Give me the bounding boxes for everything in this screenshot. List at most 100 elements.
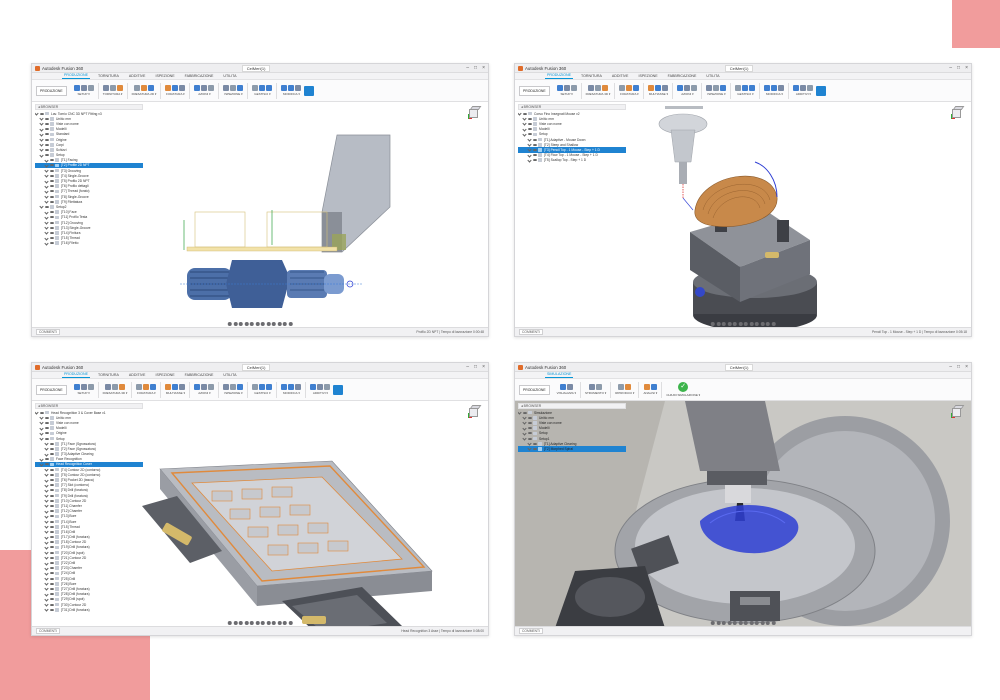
- expand-chevron-icon[interactable]: [44, 560, 49, 566]
- expand-chevron-icon[interactable]: [522, 420, 527, 426]
- visibility-eye-icon[interactable]: [50, 442, 54, 445]
- expand-chevron-icon[interactable]: [44, 529, 49, 535]
- expand-chevron-icon[interactable]: [522, 431, 527, 436]
- browser-item[interactable]: [T5] Scallop Top - Step + 1 D: [518, 158, 626, 163]
- visibility-eye-icon[interactable]: [528, 416, 532, 419]
- tool-icon[interactable]: [252, 384, 259, 390]
- expand-chevron-icon[interactable]: [44, 441, 49, 446]
- visibility-eye-icon[interactable]: [50, 484, 54, 487]
- expand-chevron-icon[interactable]: [39, 457, 44, 462]
- visibility-eye-icon[interactable]: [50, 169, 54, 172]
- expand-chevron-icon[interactable]: [39, 121, 44, 127]
- expand-chevron-icon[interactable]: [44, 472, 49, 477]
- browser-header[interactable]: ◂ BROWSER: [518, 104, 626, 110]
- visibility-eye-icon[interactable]: [45, 128, 49, 131]
- nav-tool-icon[interactable]: [732, 322, 737, 326]
- tab-utilita[interactable]: UTILITA: [704, 74, 721, 79]
- tool-icon[interactable]: [650, 384, 657, 390]
- ribbon-group-visualizza[interactable]: VISUALIZZA ▾: [557, 384, 576, 395]
- visibility-eye-icon[interactable]: [528, 427, 532, 430]
- tool-icon[interactable]: [141, 85, 147, 91]
- expand-chevron-icon[interactable]: [44, 592, 49, 597]
- expand-chevron-icon[interactable]: [527, 147, 532, 153]
- tab-tornitura[interactable]: TORNITURA: [96, 373, 121, 378]
- tool-icon[interactable]: [281, 384, 288, 390]
- tool-icon[interactable]: [252, 85, 259, 91]
- tool-icon[interactable]: [116, 85, 123, 91]
- nav-tool-icon[interactable]: [266, 322, 271, 326]
- visibility-eye-icon[interactable]: [533, 154, 537, 157]
- tool-icon[interactable]: [793, 85, 800, 91]
- tab-fabbricazione[interactable]: FABBRICAZIONE: [183, 373, 216, 378]
- select-tool-icon[interactable]: [816, 85, 827, 96]
- ribbon-group-strumento[interactable]: STRUMENTO ▾: [585, 384, 606, 395]
- close-icon[interactable]: ×: [965, 65, 968, 71]
- nav-tool-icon[interactable]: [249, 621, 254, 625]
- maximize-icon[interactable]: □: [474, 364, 477, 370]
- tool-icon[interactable]: [602, 85, 608, 91]
- visibility-eye-icon[interactable]: [50, 546, 54, 549]
- tool-icon[interactable]: [595, 85, 601, 91]
- visibility-eye-icon[interactable]: [45, 122, 49, 125]
- expand-chevron-icon[interactable]: [44, 467, 49, 472]
- visibility-eye-icon[interactable]: [45, 143, 49, 146]
- expand-chevron-icon[interactable]: [522, 116, 527, 121]
- maximize-icon[interactable]: □: [957, 65, 960, 71]
- tab-simulazione[interactable]: SIMULAZIONE: [545, 372, 574, 378]
- expand-chevron-icon[interactable]: [44, 235, 49, 241]
- expand-chevron-icon[interactable]: [39, 127, 44, 132]
- nav-tool-icon[interactable]: [277, 322, 282, 326]
- ribbon-group-azioni[interactable]: AZIONI ▾: [677, 85, 698, 96]
- ribbon-group-foratura[interactable]: FORATURA ▾: [165, 85, 186, 96]
- tab-ispezione[interactable]: ISPEZIONE: [153, 74, 176, 79]
- expand-chevron-icon[interactable]: [44, 576, 49, 581]
- visibility-eye-icon[interactable]: [50, 180, 54, 183]
- visibility-eye-icon[interactable]: [533, 447, 537, 450]
- visibility-eye-icon[interactable]: [50, 515, 54, 518]
- tool-icon[interactable]: [691, 85, 698, 91]
- tool-icon[interactable]: [230, 85, 237, 91]
- expand-chevron-icon[interactable]: [44, 483, 49, 488]
- nav-tool-icon[interactable]: [771, 621, 776, 625]
- tool-icon[interactable]: [295, 384, 302, 390]
- expand-chevron-icon[interactable]: [44, 189, 49, 194]
- tool-icon[interactable]: [194, 384, 201, 390]
- ribbon-group-gestisci[interactable]: GESTISCI ▾: [252, 384, 273, 395]
- tab-additive[interactable]: ADDITIVE: [610, 74, 631, 79]
- expand-chevron-icon[interactable]: [44, 210, 49, 215]
- visibility-eye-icon[interactable]: [50, 473, 54, 476]
- expand-chevron-icon[interactable]: [39, 142, 44, 147]
- tool-icon[interactable]: [677, 85, 684, 91]
- viewcube-icon[interactable]: [468, 405, 482, 418]
- visibility-eye-icon[interactable]: [50, 562, 54, 565]
- visibility-eye-icon[interactable]: [50, 216, 54, 219]
- nav-tool-icon[interactable]: [765, 621, 770, 625]
- expand-chevron-icon[interactable]: [35, 410, 39, 415]
- viewport[interactable]: ◂ BROWSER Head Recognition 3 & Cover Base…: [32, 401, 488, 626]
- tool-icon[interactable]: [619, 85, 626, 91]
- expand-chevron-icon[interactable]: [39, 152, 44, 158]
- tool-icon[interactable]: [143, 384, 150, 390]
- tool-icon[interactable]: [655, 85, 662, 91]
- expand-chevron-icon[interactable]: [44, 477, 49, 483]
- viewport[interactable]: ◂ BROWSER Lav. Tornio CNC 3D NPT Fitting …: [32, 102, 488, 327]
- expand-chevron-icon[interactable]: [44, 571, 49, 576]
- nav-tool-icon[interactable]: [710, 621, 715, 625]
- viewcube-icon[interactable]: [951, 106, 965, 119]
- nav-tool-icon[interactable]: [244, 322, 249, 326]
- expand-chevron-icon[interactable]: [44, 184, 49, 189]
- expand-chevron-icon[interactable]: [44, 597, 49, 602]
- visibility-eye-icon[interactable]: [50, 190, 54, 193]
- visibility-eye-icon[interactable]: [45, 458, 49, 461]
- nav-tool-icon[interactable]: [238, 621, 243, 625]
- tool-icon[interactable]: [288, 384, 295, 390]
- visibility-eye-icon[interactable]: [50, 231, 54, 234]
- expand-chevron-icon[interactable]: [44, 534, 49, 540]
- ribbon-group-fresatura-3d[interactable]: FRESATURA 3D ▾: [103, 384, 127, 395]
- ribbon-group-foratura[interactable]: FORATURA ▾: [619, 85, 640, 96]
- tool-icon[interactable]: [266, 85, 273, 91]
- expand-chevron-icon[interactable]: [518, 111, 522, 116]
- tool-icon[interactable]: [559, 384, 566, 390]
- visibility-eye-icon[interactable]: [528, 128, 532, 131]
- tool-icon[interactable]: [223, 384, 230, 390]
